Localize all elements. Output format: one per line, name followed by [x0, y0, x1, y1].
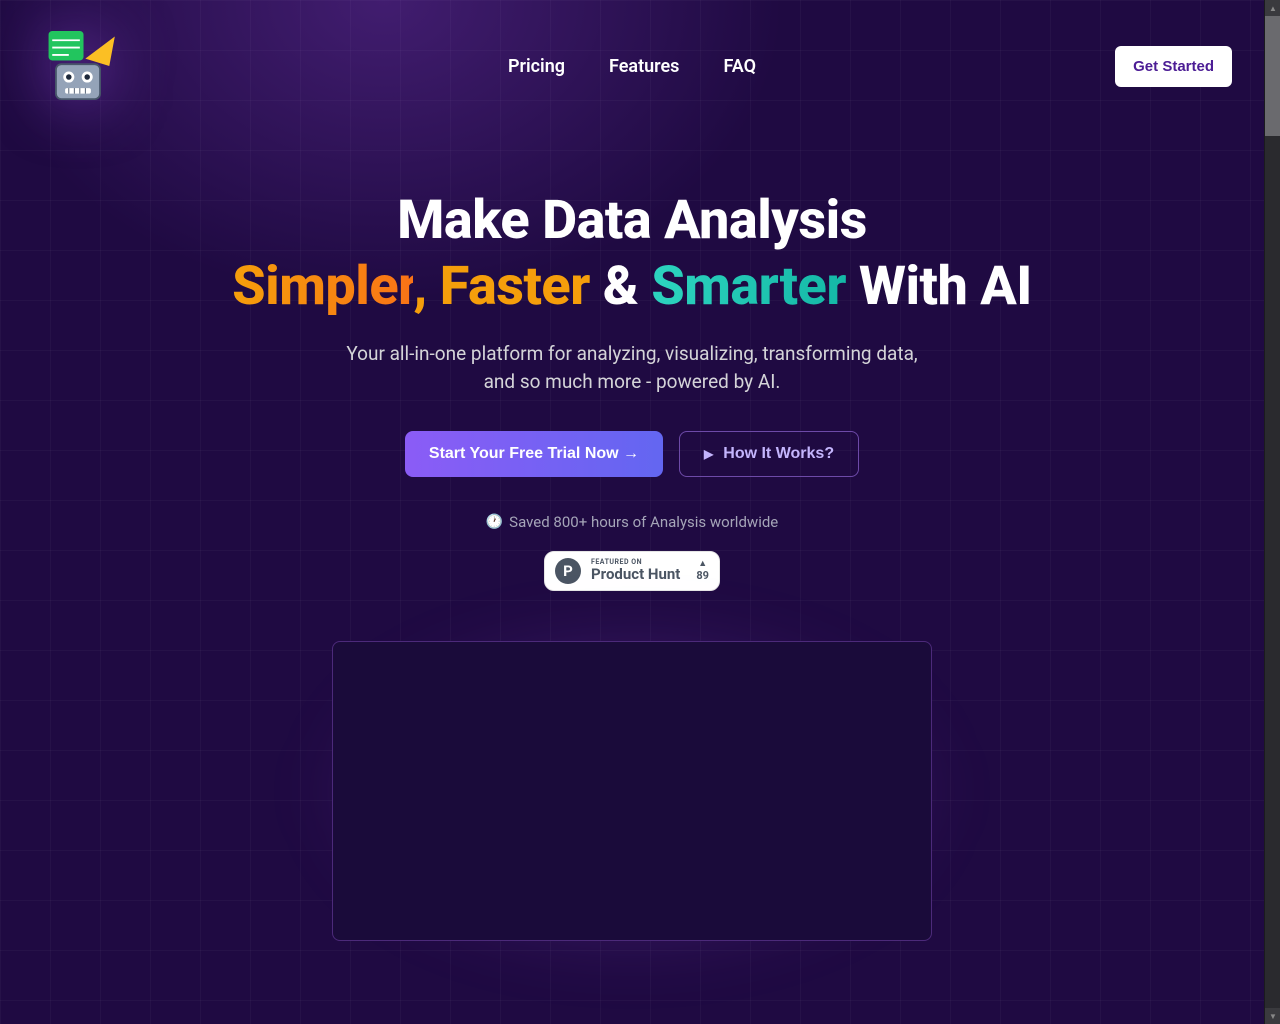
- nav-pricing[interactable]: Pricing: [508, 56, 565, 77]
- scroll-down-button[interactable]: ▼: [1265, 1008, 1280, 1024]
- scroll-thumb[interactable]: [1265, 16, 1280, 136]
- social-proof-text: Saved 800+ hours of Analysis worldwide: [509, 513, 778, 531]
- upvote-icon: ▲: [696, 560, 709, 569]
- title-with-ai: With AI: [846, 255, 1032, 318]
- product-hunt-logo-icon: P: [555, 558, 581, 584]
- start-trial-button[interactable]: Start Your Free Trial Now →: [405, 431, 663, 477]
- title-faster: Faster: [440, 255, 590, 318]
- video-placeholder: [332, 641, 932, 941]
- title-comma: ,: [413, 255, 439, 318]
- subtitle-line2: and so much more - powered by AI.: [484, 370, 781, 393]
- subtitle-line1: Your all-in-one platform for analyzing, …: [346, 342, 917, 365]
- ph-vote-count: 89: [696, 570, 709, 581]
- ph-name: Product Hunt: [591, 567, 680, 582]
- scrollbar[interactable]: ▲ ▼: [1264, 0, 1280, 1024]
- product-hunt-text: FEATURED ON Product Hunt: [591, 559, 680, 582]
- product-hunt-votes: ▲ 89: [696, 560, 709, 581]
- title-simpler: Simpler: [232, 255, 413, 318]
- how-it-works-button[interactable]: ▶ How It Works?: [679, 431, 859, 477]
- hero-title: Make Data Analysis Simpler, Faster & Sma…: [82, 188, 1182, 320]
- get-started-button[interactable]: Get Started: [1115, 46, 1232, 87]
- title-amp: &: [590, 255, 651, 318]
- hero-subtitle: Your all-in-one platform for analyzing, …: [82, 340, 1182, 397]
- title-line1: Make Data Analysis: [397, 189, 867, 252]
- scroll-up-button[interactable]: ▲: [1265, 0, 1280, 16]
- how-it-works-label: How It Works?: [723, 445, 834, 463]
- header: Pricing Features FAQ Get Started: [0, 0, 1264, 132]
- hero-ctas: Start Your Free Trial Now → ▶ How It Wor…: [82, 431, 1182, 477]
- social-proof: 🕐 Saved 800+ hours of Analysis worldwide: [82, 513, 1182, 531]
- robot-logo-icon: [32, 20, 124, 112]
- product-hunt-badge[interactable]: P FEATURED ON Product Hunt ▲ 89: [544, 551, 720, 591]
- nav-faq[interactable]: FAQ: [723, 56, 756, 77]
- logo[interactable]: [32, 20, 124, 112]
- video-preview[interactable]: [332, 641, 932, 941]
- hero-section: Make Data Analysis Simpler, Faster & Sma…: [82, 132, 1182, 941]
- title-smarter: Smarter: [651, 255, 846, 318]
- play-icon: ▶: [704, 447, 713, 461]
- clock-icon: 🕐: [486, 514, 503, 530]
- nav-features[interactable]: Features: [609, 56, 679, 77]
- main-nav: Pricing Features FAQ: [508, 56, 756, 77]
